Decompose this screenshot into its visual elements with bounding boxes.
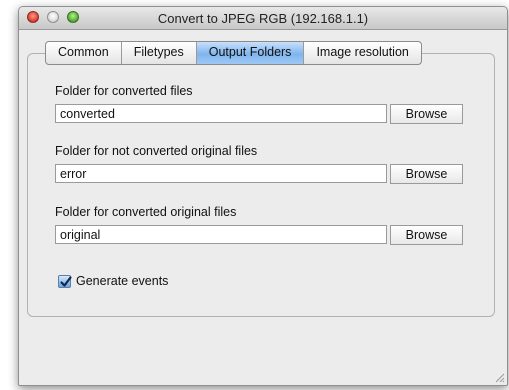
tab-common[interactable]: Common (46, 42, 122, 64)
generate-events-checkbox[interactable] (58, 275, 72, 288)
not-converted-folder-label: Folder for not converted original files (55, 144, 258, 158)
converted-folder-label: Folder for converted files (55, 84, 193, 98)
generate-events-label: Generate events (76, 274, 169, 288)
checkmark-icon (60, 276, 72, 287)
tab-image-resolution[interactable]: Image resolution (304, 42, 420, 64)
converted-folder-input[interactable] (55, 104, 387, 123)
converted-original-folder-label: Folder for converted original files (55, 205, 237, 219)
resize-grip-icon[interactable] (493, 371, 505, 383)
tab-filetypes[interactable]: Filetypes (122, 42, 197, 64)
dialog-window: Convert to JPEG RGB (192.168.1.1) Common… (18, 6, 508, 386)
not-converted-folder-input[interactable] (55, 164, 387, 183)
title-bar[interactable]: Convert to JPEG RGB (192.168.1.1) (19, 7, 507, 30)
converted-original-folder-input[interactable] (55, 225, 387, 244)
window-title: Convert to JPEG RGB (192.168.1.1) (157, 11, 369, 26)
converted-folder-browse-button[interactable]: Browse (390, 104, 463, 124)
tab-output-folders[interactable]: Output Folders (196, 42, 305, 64)
not-converted-folder-browse-button[interactable]: Browse (390, 164, 463, 184)
converted-original-folder-browse-button[interactable]: Browse (390, 225, 463, 245)
tab-bar: Common Filetypes Output Folders Image re… (45, 41, 422, 65)
